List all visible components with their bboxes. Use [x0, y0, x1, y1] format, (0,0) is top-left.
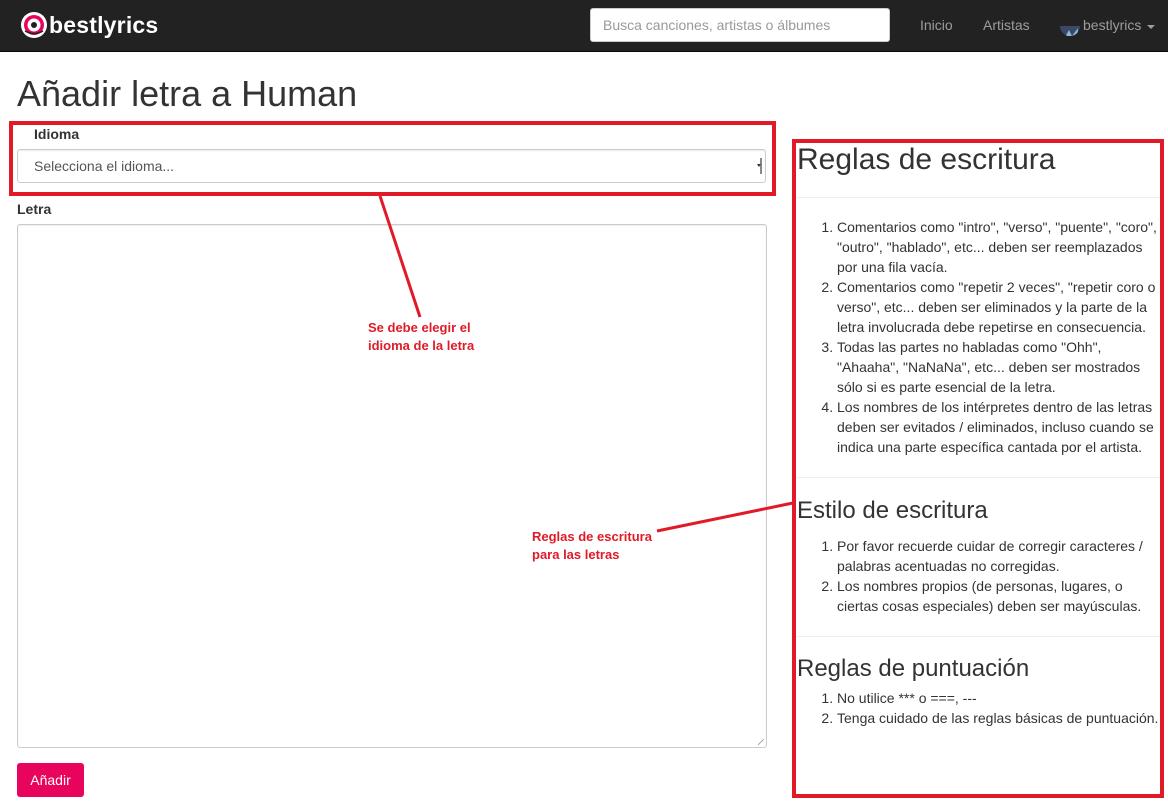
add-lyrics-button[interactable]: Añadir: [17, 763, 84, 797]
user-name: bestlyrics: [1083, 17, 1142, 33]
annotation-language-note: Se debe elegir el idioma de la letra: [368, 319, 474, 355]
annotation-language-line1: Se debe elegir el: [368, 320, 471, 335]
search-input[interactable]: [590, 8, 890, 42]
user-avatar-icon: [1060, 16, 1080, 36]
brand-link[interactable]: bestlyrics: [19, 9, 158, 41]
user-menu[interactable]: bestlyrics: [1060, 0, 1156, 51]
rules-highlight-box: [792, 139, 1164, 798]
nav-link-artistas[interactable]: Artistas: [983, 0, 1030, 51]
lyrics-textarea[interactable]: [17, 224, 767, 748]
language-highlight-box: [9, 121, 776, 196]
lyrics-label: Letra: [17, 201, 52, 217]
annotation-rules-line2: para las letras: [532, 547, 620, 562]
annotation-rules-line1: Reglas de escritura: [532, 529, 652, 544]
annotation-language-line2: idioma de la letra: [368, 338, 475, 353]
page-title: Añadir letra a Human: [17, 73, 358, 114]
navbar: bestlyrics Inicio Artistas bestlyrics: [0, 0, 1168, 52]
brand-name: bestlyrics: [49, 12, 159, 38]
annotation-rules-note: Reglas de escritura para las letras: [532, 528, 652, 564]
resize-handle-icon[interactable]: [758, 739, 764, 745]
chevron-down-icon: [1147, 24, 1156, 29]
bestlyrics-logo-icon: [19, 10, 49, 40]
nav-link-inicio[interactable]: Inicio: [920, 0, 953, 51]
